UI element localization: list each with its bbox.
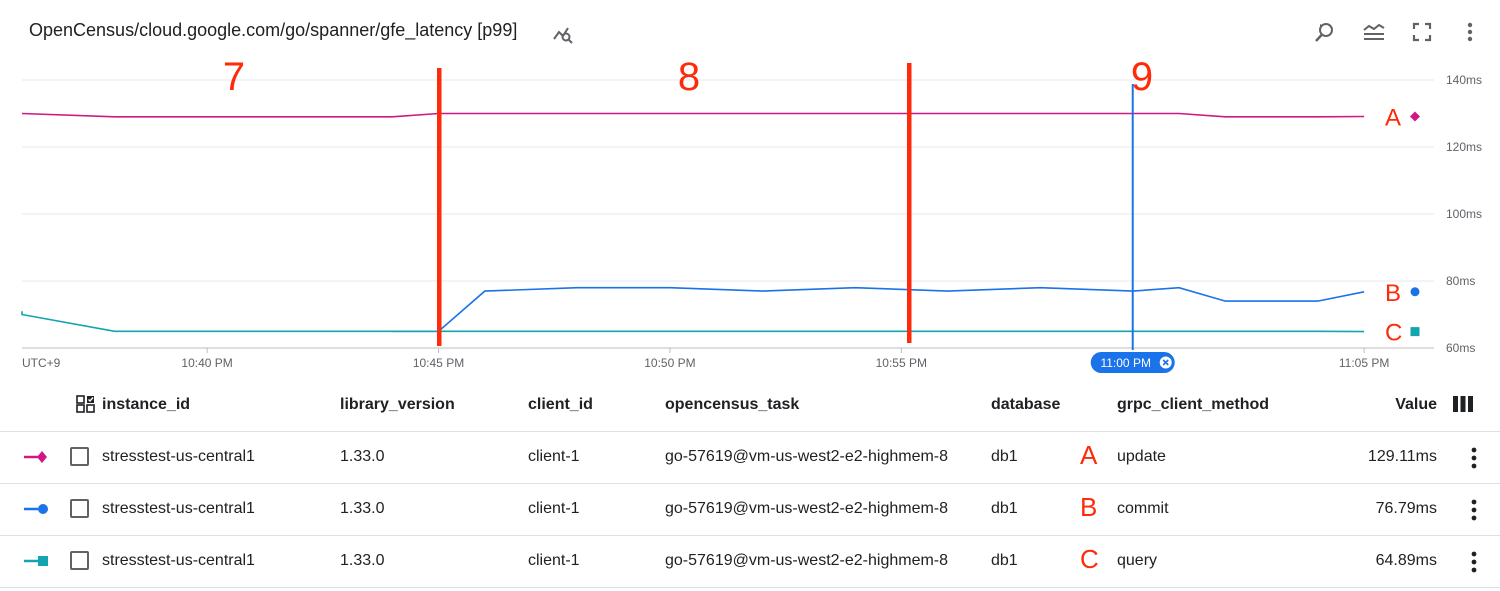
series-circle-marker[interactable] bbox=[1410, 287, 1420, 297]
y-tick-label: 60ms bbox=[1446, 341, 1475, 355]
cell-client-id: client-1 bbox=[528, 448, 580, 465]
reset-zoom-icon[interactable] bbox=[1313, 20, 1337, 44]
header-database[interactable]: database bbox=[991, 396, 1060, 414]
chart-header: OpenCensus/cloud.google.com/go/spanner/g… bbox=[0, 0, 1500, 64]
cell-database: db1 bbox=[991, 500, 1018, 517]
cell-library-version: 1.33.0 bbox=[340, 552, 385, 569]
header-opencensus-task[interactable]: opencensus_task bbox=[665, 396, 799, 414]
cell-value: 76.79ms bbox=[1375, 500, 1437, 517]
series-square-marker-icon bbox=[24, 556, 48, 566]
cell-database: db1 bbox=[991, 552, 1018, 569]
cell-value: 64.89ms bbox=[1375, 552, 1437, 569]
x-tick-label: 10:40 PM bbox=[181, 356, 232, 370]
annotation-letter: B bbox=[1385, 280, 1401, 307]
cell-grpc-client-method: query bbox=[1117, 552, 1158, 569]
row-checkbox[interactable] bbox=[70, 499, 89, 518]
series-diamond-marker-icon bbox=[24, 451, 47, 463]
y-tick-label: 100ms bbox=[1446, 207, 1482, 221]
y-tick-label: 80ms bbox=[1446, 274, 1475, 288]
cell-opencensus-task: go-57619@vm-us-west2-e2-highmem-8 bbox=[665, 552, 949, 569]
cell-database: db1 bbox=[991, 448, 1018, 465]
column-display-icon[interactable] bbox=[1452, 395, 1474, 413]
section-number-label: 7 bbox=[223, 60, 245, 99]
section-number-label: 8 bbox=[678, 60, 700, 99]
cell-instance-id: stresstest-us-central1 bbox=[102, 448, 255, 465]
cell-client-id: client-1 bbox=[528, 500, 580, 517]
time-cursor-label: 11:00 PM bbox=[1100, 356, 1150, 370]
table-header: instance_id library_version client_id op… bbox=[0, 379, 1500, 432]
header-grpc-client-method[interactable]: grpc_client_method bbox=[1117, 396, 1269, 414]
x-tick-label: 11:05 PM bbox=[1339, 356, 1389, 370]
row-more-icon[interactable] bbox=[1464, 549, 1484, 575]
series-square-marker[interactable] bbox=[1410, 327, 1420, 337]
chart-canvas[interactable]: 140ms 120ms 100ms 80ms 60ms UTC+9 10:40 PM 10:4… bbox=[0, 55, 1500, 380]
annotation-letter: C bbox=[1080, 544, 1099, 574]
fullscreen-icon[interactable] bbox=[1410, 20, 1434, 44]
x-tick-label: 10:55 PM bbox=[876, 356, 927, 370]
table-row[interactable]: stresstest-us-central1 1.33.0 client-1 go-5… bbox=[0, 432, 1500, 484]
cell-grpc-client-method: update bbox=[1117, 448, 1166, 465]
legend-toggle-icon[interactable] bbox=[1362, 20, 1386, 44]
time-series-chart[interactable]: 140ms 120ms 100ms 80ms 60ms UTC+9 10:40 PM 10:4… bbox=[0, 55, 1500, 380]
header-instance-id[interactable]: instance_id bbox=[102, 396, 190, 414]
chart-title: OpenCensus/cloud.google.com/go/spanner/g… bbox=[29, 20, 518, 40]
series-line-commit[interactable] bbox=[392, 286, 1365, 333]
y-tick-label: 120ms bbox=[1446, 140, 1482, 154]
cell-library-version: 1.33.0 bbox=[340, 448, 385, 465]
cell-opencensus-task: go-57619@vm-us-west2-e2-highmem-8 bbox=[665, 448, 949, 465]
table-row[interactable]: stresstest-us-central1 1.33.0 client-1 go-5… bbox=[0, 484, 1500, 536]
annotation-divider bbox=[907, 63, 912, 343]
x-tick-label: 10:50 PM bbox=[644, 356, 695, 370]
cell-client-id: client-1 bbox=[528, 552, 580, 569]
series-line-update[interactable] bbox=[21, 112, 1365, 118]
series-circle-marker-icon bbox=[24, 504, 48, 514]
annotation-divider bbox=[437, 68, 442, 346]
cell-instance-id: stresstest-us-central1 bbox=[102, 500, 255, 517]
row-checkbox[interactable] bbox=[70, 447, 89, 466]
table-row[interactable]: stresstest-us-central1 1.33.0 client-1 go-5… bbox=[0, 536, 1500, 588]
cell-opencensus-task: go-57619@vm-us-west2-e2-highmem-8 bbox=[665, 500, 949, 517]
series-line-query[interactable] bbox=[21, 311, 1365, 333]
row-more-icon[interactable] bbox=[1464, 445, 1484, 471]
more-vert-icon[interactable] bbox=[1458, 20, 1482, 44]
section-number-label: 9 bbox=[1131, 60, 1153, 99]
cell-grpc-client-method: commit bbox=[1117, 500, 1169, 517]
annotation-letter: B bbox=[1080, 492, 1098, 522]
series-diamond-marker[interactable] bbox=[1410, 111, 1420, 122]
annotation-letter: A bbox=[1080, 440, 1098, 470]
chart-explore-icon[interactable] bbox=[551, 22, 575, 46]
header-client-id[interactable]: client_id bbox=[528, 396, 593, 414]
row-checkbox[interactable] bbox=[70, 551, 89, 570]
x-tick-label: 10:45 PM bbox=[413, 356, 464, 370]
annotation-letter: C bbox=[1385, 320, 1402, 347]
row-more-icon[interactable] bbox=[1464, 497, 1484, 523]
header-library-version[interactable]: library_version bbox=[340, 396, 455, 414]
timezone-label: UTC+9 bbox=[22, 356, 61, 370]
cell-library-version: 1.33.0 bbox=[340, 500, 385, 517]
cell-instance-id: stresstest-us-central1 bbox=[102, 552, 255, 569]
y-tick-label: 140ms bbox=[1446, 73, 1482, 87]
annotation-letter: A bbox=[1385, 104, 1401, 131]
select-columns-icon[interactable] bbox=[76, 394, 96, 414]
cell-value: 129.11ms bbox=[1367, 448, 1437, 465]
header-value[interactable]: Value bbox=[1380, 396, 1437, 414]
